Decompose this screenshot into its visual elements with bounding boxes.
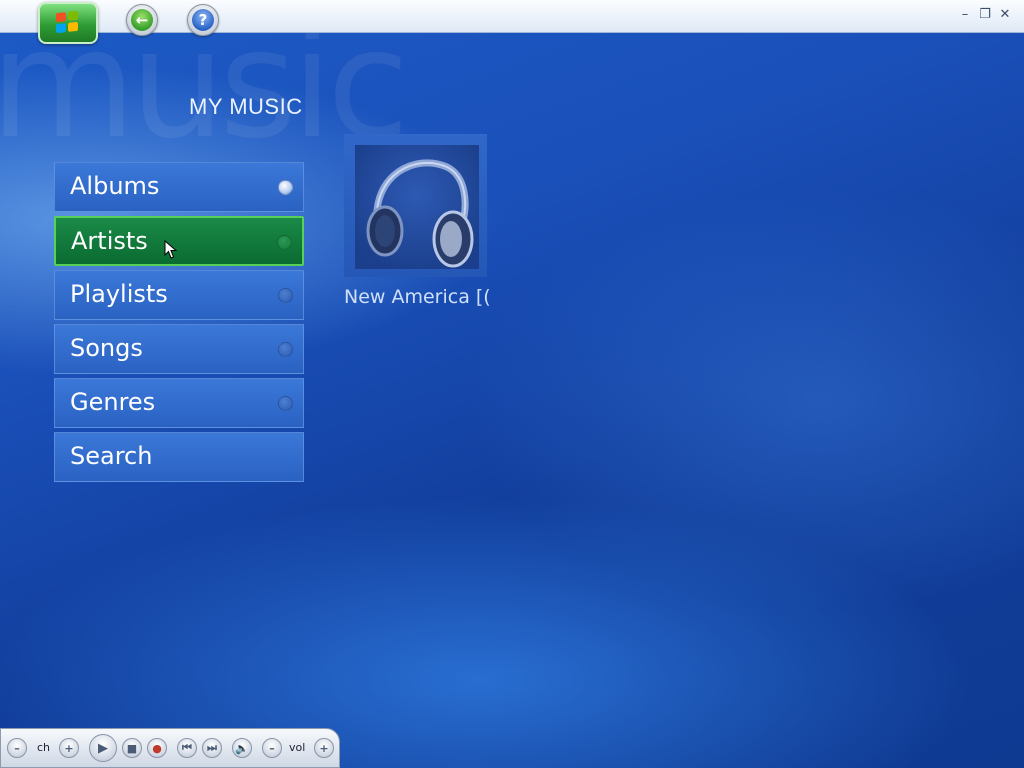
close-button[interactable]: ✕: [998, 7, 1012, 23]
volume-up-button[interactable]: +: [314, 738, 334, 758]
indicator-dot: [278, 342, 293, 357]
volume-down-button[interactable]: –: [262, 738, 282, 758]
menu-item-label: Albums: [70, 172, 160, 200]
help-icon: ?: [192, 9, 214, 31]
page-title: MY MUSIC: [189, 94, 303, 119]
restore-button[interactable]: ❐: [978, 7, 992, 23]
previous-button[interactable]: ⏮: [177, 738, 197, 758]
menu-item-label: Search: [70, 442, 153, 470]
album-art: [355, 145, 479, 269]
menu-item-label: Playlists: [70, 280, 168, 308]
menu-item-label: Artists: [71, 227, 148, 255]
indicator-dot: [278, 396, 293, 411]
mouse-pointer-icon: [164, 240, 178, 259]
menu-item-playlists[interactable]: Playlists: [54, 270, 304, 320]
menu-item-artists[interactable]: Artists: [54, 216, 304, 266]
window-controls: – ❐ ✕: [958, 7, 1012, 23]
windows-flag-icon: [56, 10, 78, 34]
menu-item-search[interactable]: Search: [54, 432, 304, 482]
channel-down-button[interactable]: –: [7, 738, 27, 758]
minimize-button[interactable]: –: [958, 7, 972, 23]
stop-button[interactable]: ■: [122, 738, 142, 758]
indicator-dot: [278, 180, 293, 195]
help-button[interactable]: ?: [187, 4, 219, 36]
menu-item-albums[interactable]: Albums: [54, 162, 304, 212]
next-button[interactable]: ⏭: [202, 738, 222, 758]
channel-up-button[interactable]: +: [59, 738, 79, 758]
menu-item-songs[interactable]: Songs: [54, 324, 304, 374]
album-tile[interactable]: [344, 134, 487, 277]
menu-item-label: Songs: [70, 334, 143, 362]
record-button[interactable]: ●: [147, 738, 167, 758]
back-arrow-icon: ←: [131, 9, 153, 31]
play-button[interactable]: ▶: [89, 734, 117, 762]
back-button[interactable]: ←: [126, 4, 158, 36]
menu-item-genres[interactable]: Genres: [54, 378, 304, 428]
channel-label: ch: [37, 741, 51, 754]
top-bar: ← ? – ❐ ✕: [0, 0, 1024, 44]
transport-controls: – ch + ▶ ■ ● ⏮ ⏭ 🔈 – vol +: [0, 728, 340, 768]
album-caption[interactable]: New America [(: [344, 286, 489, 308]
headphones-icon: [366, 159, 474, 268]
volume-label: vol: [289, 741, 306, 754]
indicator-dot: [277, 235, 292, 250]
start-button[interactable]: [38, 2, 98, 44]
mute-button[interactable]: 🔈: [232, 738, 252, 758]
music-menu: Albums Artists Playlists Songs Genres Se…: [54, 162, 304, 486]
menu-item-label: Genres: [70, 388, 156, 416]
indicator-dot: [278, 288, 293, 303]
